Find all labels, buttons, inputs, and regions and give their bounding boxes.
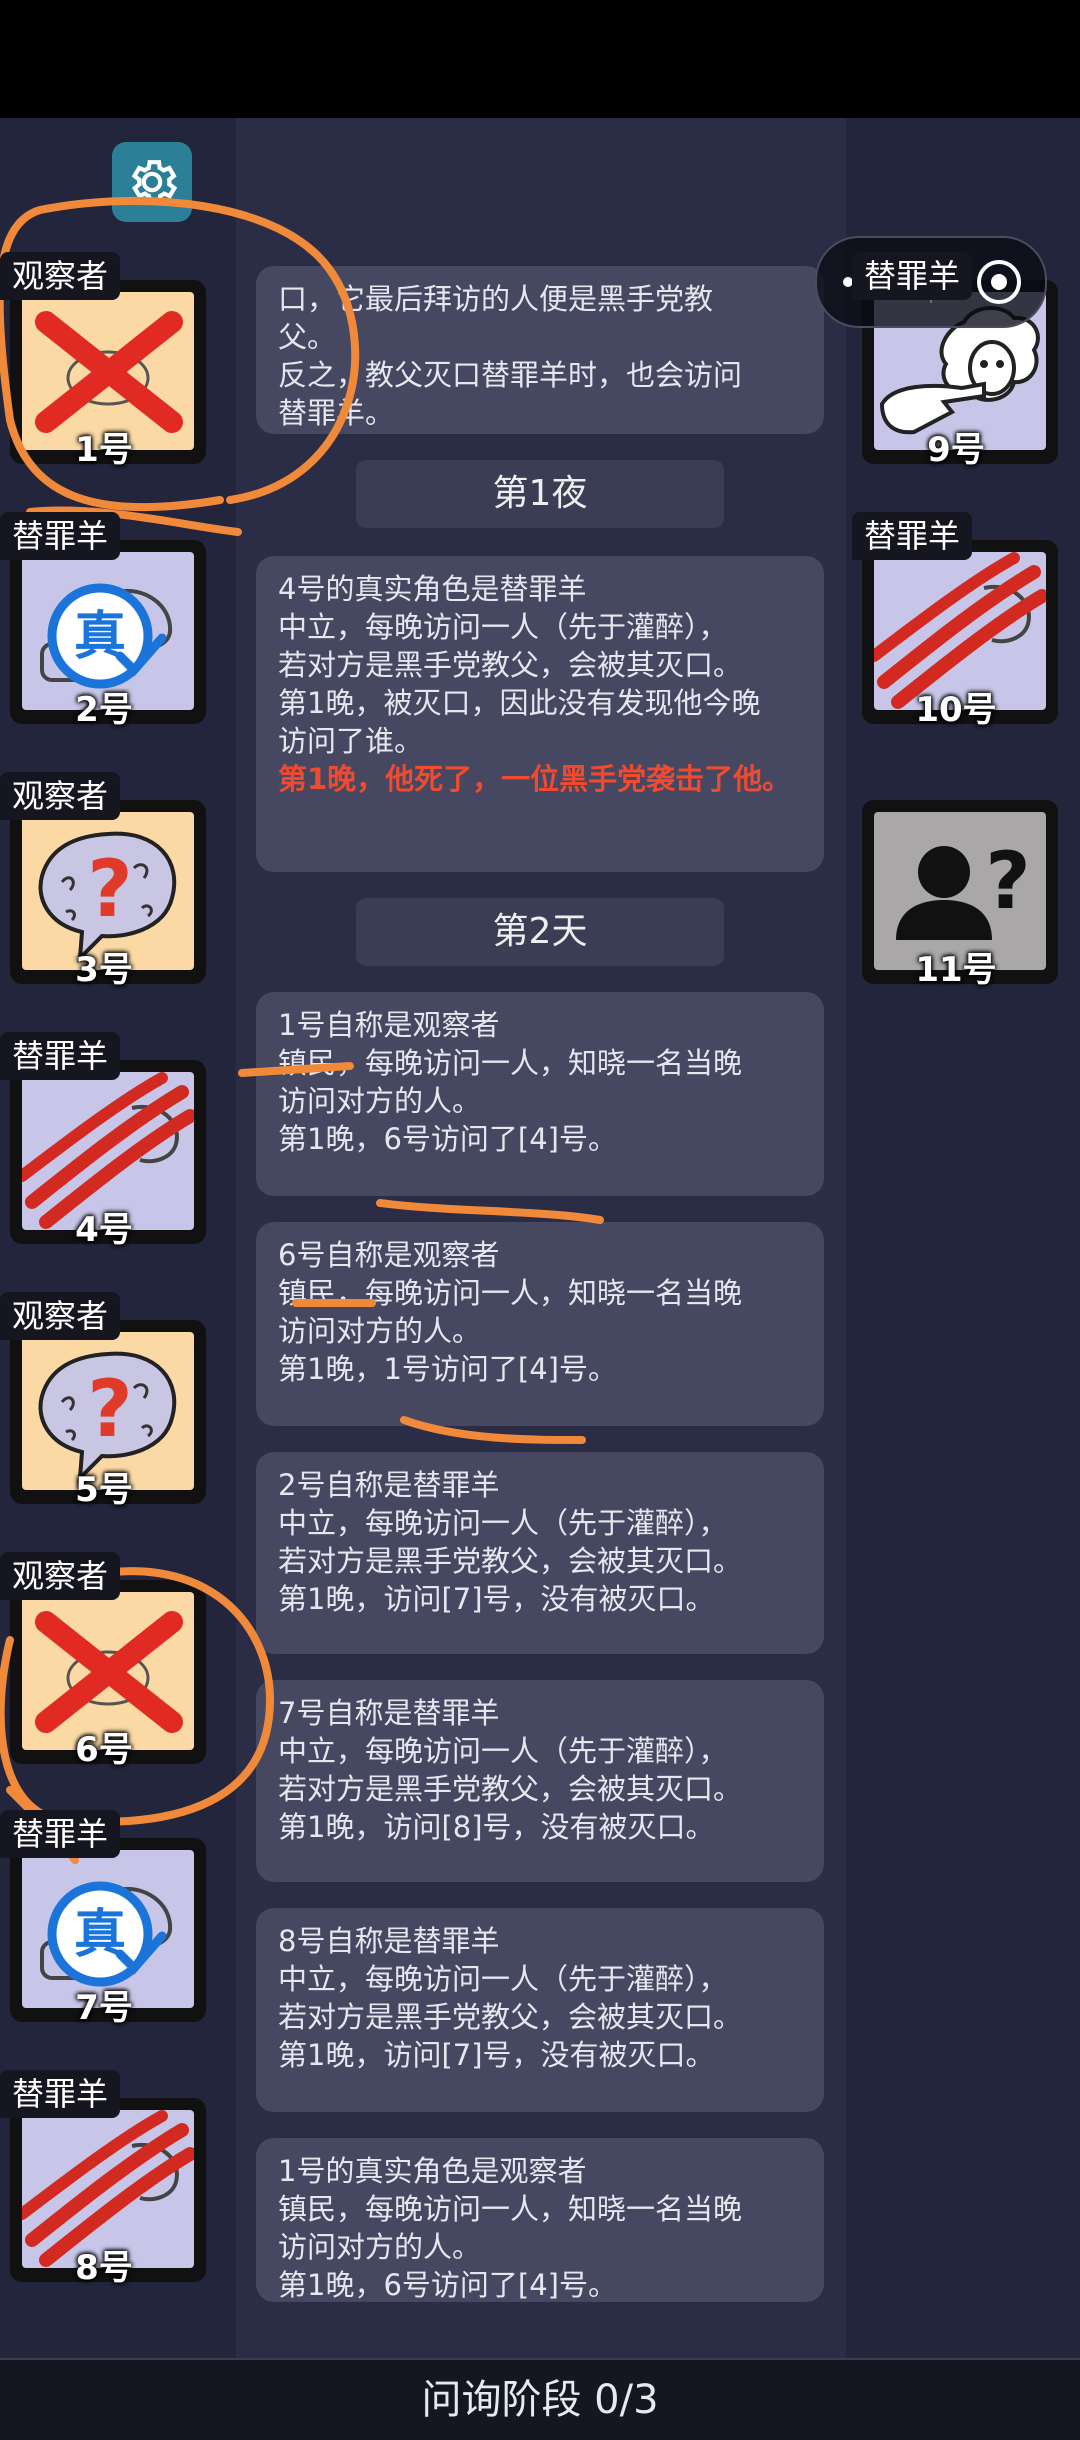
gear-icon (131, 160, 178, 204)
player-number: 3号 (75, 950, 133, 990)
player-role-tag: 替罪羊 (852, 512, 973, 560)
player-number: 7号 (75, 1988, 133, 2028)
player-role-tag: 替罪羊 (0, 512, 121, 560)
log-message-claim-1: 1号自称是观察者 镇民，每晚访问一人，知晓一名当晚 访问对方的人。 第1晚，6号… (256, 992, 824, 1196)
log-line: 第1晚，被灭口，因此没有发现他今晚 (278, 686, 761, 720)
player-card-p6[interactable]: 观察者 6号 (0, 1552, 208, 1770)
player-role-tag: 替罪羊 (852, 252, 973, 300)
player-card-p8[interactable]: 替罪羊 8号 (0, 2070, 208, 2288)
log-line: 若对方是黑手党教父，会被其灭口。 (278, 2000, 743, 2034)
log-line: 访问对方的人。 (278, 1084, 482, 1118)
log-message-claim-8: 8号自称是替罪羊 中立，每晚访问一人（先于灌醉）， 若对方是黑手党教父，会被其灭… (256, 1908, 824, 2112)
player-card-p5[interactable]: ? 观察者 5号 (0, 1292, 208, 1510)
log-line: 第1晚，6号访问了[4]号。 (278, 2268, 617, 2302)
player-card-p10[interactable]: 替罪羊 10号 (852, 512, 1060, 730)
player-card-p1[interactable]: 观察者 1号 (0, 252, 208, 470)
log-line: 口，它最后拜访的人便是黑手党教 (278, 282, 714, 316)
player-card-p7[interactable]: 真替罪羊 7号 (0, 1810, 208, 2028)
player-role-tag: 观察者 (0, 772, 121, 820)
svg-text:?: ? (985, 837, 1030, 927)
svg-text:?: ? (87, 845, 132, 935)
log-line: 中立，每晚访问一人（先于灌醉）， (278, 1734, 728, 1768)
log-line: 若对方是黑手党教父，会被其灭口。 (278, 1544, 743, 1578)
log-line: 中立，每晚访问一人（先于灌醉）， (278, 610, 728, 644)
log-message-claim-2: 2号自称是替罪羊 中立，每晚访问一人（先于灌醉）， 若对方是黑手党教父，会被其灭… (256, 1452, 824, 1654)
player-number: 11号 (915, 950, 997, 990)
log-line: 访问对方的人。 (278, 2230, 482, 2264)
player-card-p4[interactable]: 替罪羊 4号 (0, 1032, 208, 1250)
player-role-tag: 替罪羊 (0, 2070, 121, 2118)
phase-header-day-2: 第2天 (356, 898, 724, 966)
log-line: 1号的真实角色是观察者 (278, 2154, 587, 2188)
player-card-p3[interactable]: ? 观察者 3号 (0, 772, 208, 990)
player-role-tag: 替罪羊 (0, 1032, 121, 1080)
log-message-rule: 口，它最后拜访的人便是黑手党教 父。 反之，教父灭口替罪羊时，也会访问 替罪羊。 (256, 266, 824, 434)
log-line: 第1晚，访问[7]号，没有被灭口。 (278, 1582, 715, 1616)
log-message-claim-7: 7号自称是替罪羊 中立，每晚访问一人（先于灌醉）， 若对方是黑手党教父，会被其灭… (256, 1680, 824, 1882)
death-notice: 第1晚，他死了，一位黑手党袭击了他。 (278, 762, 792, 796)
log-line: 访问对方的人。 (278, 1314, 482, 1348)
log-line: 父。 (278, 320, 337, 354)
log-message-reveal-4: 4号的真实角色是替罪羊 中立，每晚访问一人（先于灌醉）， 若对方是黑手党教父，会… (256, 556, 824, 872)
log-line: 6号自称是观察者 (278, 1238, 500, 1272)
log-line: 4号的真实角色是替罪羊 (278, 572, 587, 606)
player-number: 10号 (915, 690, 997, 730)
player-card-p11[interactable]: ? 11号 (852, 772, 1060, 990)
log-line: 镇民，每晚访问一人，知晓一名当晚 (278, 1046, 743, 1080)
player-card-p2[interactable]: 真替罪羊 2号 (0, 512, 208, 730)
log-message-claim-6: 6号自称是观察者 镇民，每晚访问一人，知晓一名当晚 访问对方的人。 第1晚，1号… (256, 1222, 824, 1426)
log-line: 替罪羊。 (278, 396, 395, 430)
player-number: 2号 (75, 690, 133, 730)
player-role-tag: 观察者 (0, 1292, 121, 1340)
log-line: 中立，每晚访问一人（先于灌醉）， (278, 1962, 728, 1996)
player-number: 1号 (75, 430, 133, 470)
system-status-bar (0, 0, 1080, 118)
player-role-tag: 观察者 (0, 252, 121, 300)
log-line: 镇民，每晚访问一人，知晓一名当晚 (278, 1276, 743, 1310)
log-line: 镇民，每晚访问一人，知晓一名当晚 (278, 2192, 743, 2226)
log-line: 若对方是黑手党教父，会被其灭口。 (278, 1772, 743, 1806)
phase-header-night-1: 第1夜 (356, 460, 724, 528)
settings-button[interactable] (112, 142, 192, 222)
log-line: 2号自称是替罪羊 (278, 1468, 500, 1502)
log-line: 第1晚，6号访问了[4]号。 (278, 1122, 617, 1156)
player-number: 8号 (75, 2248, 133, 2288)
log-line: 第1晚，1号访问了[4]号。 (278, 1352, 617, 1386)
player-role-tag: 观察者 (0, 1552, 121, 1600)
player-role-tag: 替罪羊 (0, 1810, 121, 1858)
log-line: 反之，教父灭口替罪羊时，也会访问 (278, 358, 743, 392)
log-line: 8号自称是替罪羊 (278, 1924, 500, 1958)
log-line: 7号自称是替罪羊 (278, 1696, 500, 1730)
player-number: 6号 (75, 1730, 133, 1770)
player-number: 5号 (75, 1470, 133, 1510)
log-line: 第1晚，访问[8]号，没有被灭口。 (278, 1810, 715, 1844)
phase-status-bar: 问询阶段 0/3 (0, 2358, 1080, 2440)
svg-text:?: ? (87, 1365, 132, 1455)
target-close-icon[interactable] (974, 257, 1024, 307)
log-line: 第1晚，访问[7]号，没有被灭口。 (278, 2038, 715, 2072)
log-line: 1号自称是观察者 (278, 1008, 500, 1042)
log-message-reveal-1: 1号的真实角色是观察者 镇民，每晚访问一人，知晓一名当晚 访问对方的人。 第1晚… (256, 2138, 824, 2302)
log-line: 若对方是黑手党教父，会被其灭口。 (278, 648, 743, 682)
player-number: 4号 (75, 1210, 133, 1250)
player-number: 9号 (927, 430, 985, 470)
log-line: 访问了谁。 (278, 724, 424, 758)
log-line: 中立，每晚访问一人（先于灌醉）， (278, 1506, 728, 1540)
